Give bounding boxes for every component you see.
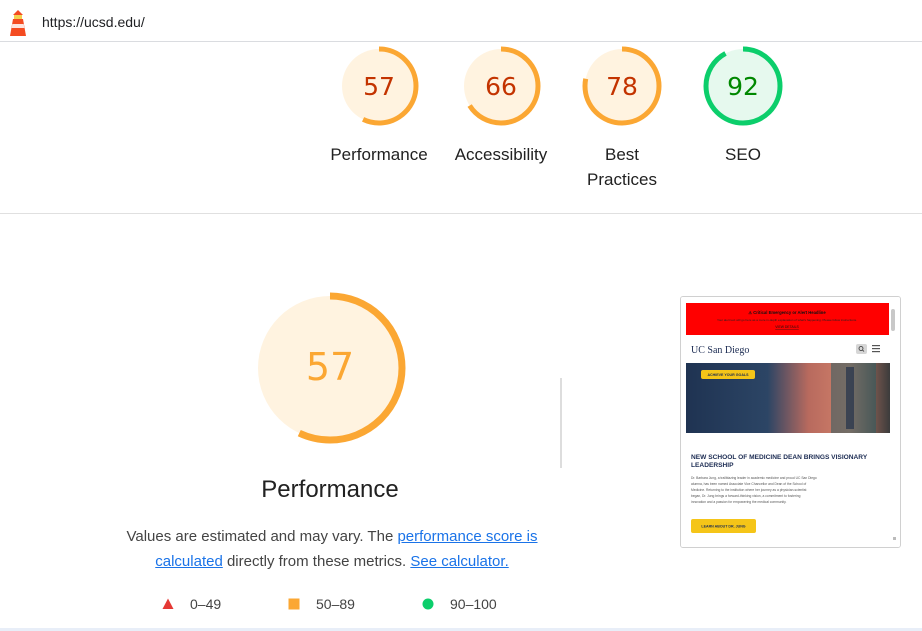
performance-summary: 57 Performance	[180, 292, 480, 504]
alert-text: Your alert text will go here as a more i…	[717, 318, 857, 322]
page-url[interactable]: https://ucsd.edu/	[42, 14, 145, 30]
category-gauges: 57 Performance 66 Accessibility 78 Best …	[0, 42, 922, 214]
gauge-label: SEO	[725, 145, 761, 164]
gauge-score: 78	[606, 72, 638, 101]
desc-text: directly from these metrics.	[222, 553, 411, 570]
legend-pass: 90–100	[422, 596, 497, 612]
legend-average: 50–89	[288, 596, 355, 612]
gauge-label: Best Practices	[587, 145, 657, 189]
gauge-seo[interactable]: 92 SEO	[688, 44, 798, 167]
report-url-bar: https://ucsd.edu/	[0, 0, 922, 42]
score-legend: 0–49 50–89 90–100	[0, 596, 922, 616]
legend-range: 50–89	[316, 596, 355, 612]
alert-title: ⚠ Critical Emergency or Alert Headline	[748, 310, 826, 315]
desc-text: Values are estimated and may vary. The	[126, 528, 398, 545]
performance-title: Performance	[261, 476, 399, 503]
alert-link: VIEW DETAILS	[775, 325, 799, 329]
final-screenshot[interactable]: ⚠ Critical Emergency or Alert Headline Y…	[680, 296, 901, 548]
scrollbar-thumb	[891, 309, 895, 331]
gauge-ring: 66	[461, 46, 541, 126]
triangle-icon	[162, 598, 174, 609]
gauge-label: Performance	[330, 145, 428, 164]
circle-icon	[422, 598, 434, 610]
gauge-performance[interactable]: 57 Performance	[324, 44, 434, 167]
gauge-score: 92	[727, 72, 759, 101]
performance-description: Values are estimated and may vary. The p…	[122, 524, 542, 574]
see-calculator-link[interactable]: See calculator.	[410, 553, 508, 570]
legend-range: 90–100	[450, 596, 497, 612]
ucsd-logo: UC San Diego	[691, 345, 749, 356]
hamburger-menu-icon	[872, 345, 880, 353]
search-icon	[856, 344, 867, 354]
gauge-score: 57	[363, 72, 395, 101]
gauge-ring: 92	[703, 46, 783, 126]
screenshot-render: ⚠ Critical Emergency or Alert Headline Y…	[681, 297, 900, 547]
legend-fail: 0–49	[162, 596, 221, 612]
performance-score: 57	[306, 345, 354, 389]
square-icon	[288, 598, 300, 610]
scroll-arrow-icon	[893, 537, 896, 540]
svg-text:ACHIEVE YOUR GOALS: ACHIEVE YOUR GOALS	[707, 373, 749, 377]
gauge-best-practices[interactable]: 78 Best Practices	[567, 44, 677, 192]
performance-gauge: 57	[254, 292, 406, 444]
gauge-accessibility[interactable]: 66 Accessibility	[446, 44, 556, 167]
gauge-score: 66	[485, 72, 517, 101]
gauge-label: Accessibility	[454, 145, 548, 164]
divider	[560, 378, 562, 468]
svg-text:LEARN ABOUT DR. JUNG: LEARN ABOUT DR. JUNG	[701, 525, 745, 529]
legend-range: 0–49	[190, 596, 222, 612]
gauge-ring: 78	[582, 46, 662, 126]
gauge-ring: 57	[339, 46, 419, 126]
lighthouse-icon	[10, 10, 26, 36]
